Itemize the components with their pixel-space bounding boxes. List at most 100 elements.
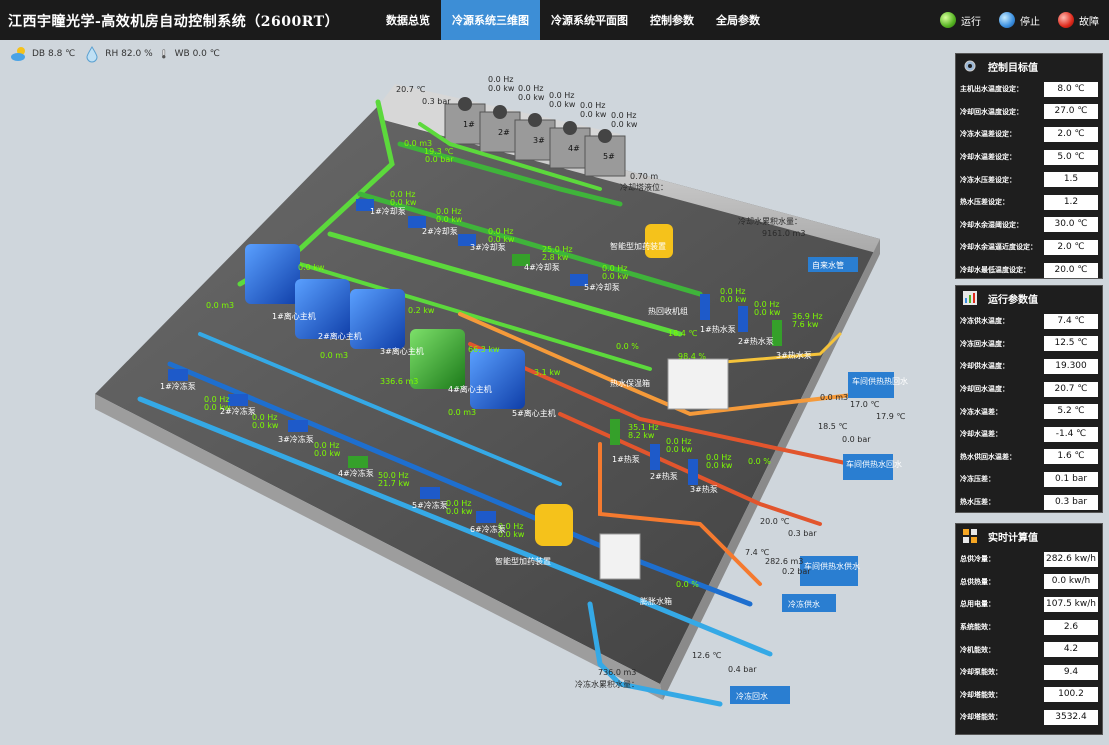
control-target-panel: 控制目标值 主机出水温度设定： 8.0 ℃ 冷却回水温度设定： 27.0 ℃ 冷冻水… [955,53,1103,279]
svg-text:0.0 kw: 0.0 kw [436,215,463,224]
svg-text:0.0 kw: 0.0 kw [602,272,629,281]
svg-text:20.0 ℃: 20.0 ℃ [760,517,789,526]
target-value[interactable]: 2.0 ℃ [1044,239,1098,255]
chilled-pump-3[interactable] [288,420,308,432]
settings-gear-icon [964,60,976,72]
svg-text:0.0 kw: 0.0 kw [314,449,341,458]
svg-text:2#冷却泵: 2#冷却泵 [422,226,458,236]
svg-text:0.0 kw: 0.0 kw [252,421,279,430]
relative-humidity: RH 82.0 % [83,45,153,63]
tab-cold-source-plan[interactable]: 冷源系统平面图 [540,0,639,40]
target-value[interactable]: 27.0 ℃ [1044,104,1098,120]
chilled-pump-5[interactable] [420,487,440,499]
expansion-tank[interactable] [599,533,641,580]
svg-text:7.6 kw: 7.6 kw [792,320,819,329]
dosing-unit-top[interactable] [645,224,673,258]
legend-stopped-label: 停止 [1020,16,1040,28]
calculator-icon [963,529,977,543]
svg-text:9161.0 m3: 9161.0 m3 [762,229,805,238]
svg-text:7.4 ℃: 7.4 ℃ [745,548,769,557]
calc-value: 4.2 [1044,642,1098,658]
svg-text:1#: 1# [463,120,475,129]
target-value[interactable]: 5.0 ℃ [1044,149,1098,165]
chilled-pump-6[interactable] [476,511,496,523]
tab-cold-source-3d[interactable]: 冷源系统三维图 [441,0,540,40]
panel-header: 运行参数值 [956,286,1102,310]
target-value[interactable]: 1.2 [1044,194,1098,210]
svg-text:0.4 bar: 0.4 bar [728,665,757,674]
svg-text:0.0 Hz: 0.0 Hz [518,84,543,93]
dosing-unit-bottom[interactable] [535,504,573,546]
city-water-badge: 自来水管 [808,257,858,272]
svg-text:8.2 kw: 8.2 kw [628,431,655,440]
svg-text:6#冷冻泵: 6#冷冻泵 [470,524,506,534]
tab-global-params[interactable]: 全局参数 [705,0,771,40]
svg-text:2#热泵: 2#热泵 [650,471,678,481]
run-value: 12.5 ℃ [1044,336,1098,352]
svg-text:0.3 bar: 0.3 bar [788,529,817,538]
svg-text:0.0 kw: 0.0 kw [518,93,545,102]
hot-water-pump-2[interactable] [738,306,748,332]
legend-running-label: 运行 [961,16,981,28]
svg-text:冷却塔液位：: 冷却塔液位： [620,182,668,192]
svg-text:0.0 kw: 0.0 kw [298,263,325,272]
heating-pump-2[interactable] [650,444,660,470]
chilled-pump-1[interactable] [168,369,188,381]
heating-pump-1[interactable] [610,419,620,445]
svg-text:20.7 ℃: 20.7 ℃ [396,85,425,94]
svg-text:车间供热热回水: 车间供热热回水 [852,376,908,386]
legend-fault-label: 故障 [1079,16,1099,28]
calc-value: 9.4 [1044,664,1098,680]
svg-text:车间供热水回水: 车间供热水回水 [846,459,902,469]
svg-text:18.4 ℃: 18.4 ℃ [668,329,697,338]
heating-pump-3[interactable] [688,459,698,485]
dry-bulb-value: 8.8 ℃ [47,49,76,59]
svg-text:66.3 kw: 66.3 kw [468,345,500,354]
realtime-calc-panel: 实时计算值 总供冷量： 282.6 kw/h 总供热量： 0.0 kw/h 总用电量… [955,523,1103,735]
svg-text:智能型加药装置: 智能型加药装置 [495,556,551,566]
svg-text:0.0 m3: 0.0 m3 [206,301,234,310]
chilled-pump-4[interactable] [348,456,368,468]
chilled-pump-2[interactable] [228,394,248,406]
tab-data-overview[interactable]: 数据总览 [375,0,441,40]
hot-water-return-badge: 车间供热热回水 [848,372,908,398]
svg-text:2#离心主机: 2#离心主机 [318,331,362,341]
svg-text:17.0 ℃: 17.0 ℃ [850,400,879,409]
svg-text:2#冷冻泵: 2#冷冻泵 [220,406,256,416]
chiller-2[interactable] [295,279,350,339]
target-value[interactable]: 8.0 ℃ [1044,81,1098,97]
svg-text:0.0 Hz: 0.0 Hz [549,91,574,100]
svg-text:3#冷冻泵: 3#冷冻泵 [278,434,314,444]
running-status-icon [940,12,956,28]
chiller-1[interactable] [245,244,300,304]
svg-text:0.0 %: 0.0 % [676,580,699,589]
svg-text:冷冻回水: 冷冻回水 [736,691,768,701]
thermometer-icon [161,49,166,59]
svg-text:3#: 3# [533,136,545,145]
svg-text:0.0 kw: 0.0 kw [390,198,417,207]
svg-text:98.4 %: 98.4 % [678,352,706,361]
run-value: 5.2 ℃ [1044,404,1098,420]
target-value[interactable]: 1.5 [1044,172,1098,188]
target-value[interactable]: 20.0 ℃ [1044,262,1098,278]
svg-text:0.0 Hz: 0.0 Hz [580,101,605,110]
target-value[interactable]: 30.0 ℃ [1044,217,1098,233]
svg-text:17.9 ℃: 17.9 ℃ [876,412,905,421]
wet-bulb: WB 0.0 ℃ [161,45,220,63]
target-value[interactable]: 2.0 ℃ [1044,126,1098,142]
run-params-panel: 运行参数值 冷冻供水温度： 7.4 ℃ 冷冻回水温度： 12.5 ℃ 冷却供水温度：… [955,285,1103,513]
water-drop-icon [86,46,98,63]
hot-water-storage-tank[interactable] [667,358,729,410]
svg-text:3.1 kw: 3.1 kw [534,368,561,377]
calc-value: 0.0 kw/h [1044,574,1098,590]
hot-water-pump-1[interactable] [700,294,710,320]
legend-running: 运行 [940,12,981,28]
svg-text:3#热水泵: 3#热水泵 [776,350,812,360]
svg-text:2#: 2# [498,128,510,137]
svg-text:冷冻供水: 冷冻供水 [788,599,820,609]
svg-text:0.0 kw: 0.0 kw [720,295,747,304]
tab-control-params[interactable]: 控制参数 [639,0,705,40]
chiller-5[interactable] [470,349,525,409]
run-value: 20.7 ℃ [1044,381,1098,397]
svg-text:1#热水泵: 1#热水泵 [700,324,736,334]
